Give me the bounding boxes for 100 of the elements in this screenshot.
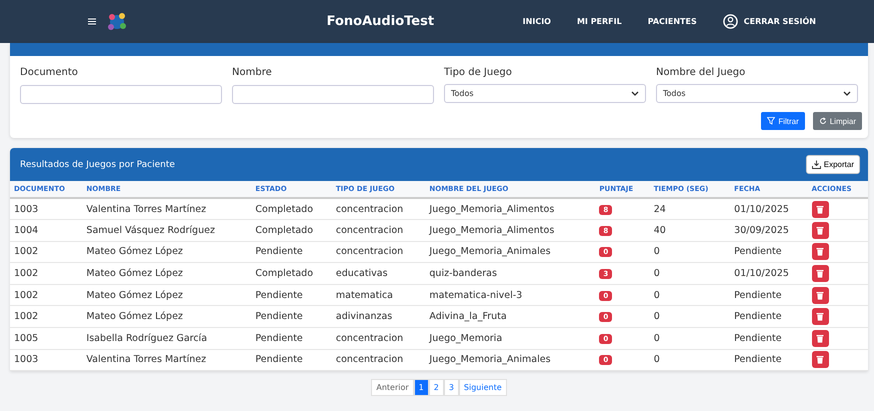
table-cell: 01/10/2025 [730, 262, 808, 284]
table-cell: Pendiente [730, 328, 808, 350]
page-link[interactable]: 2 [428, 379, 444, 396]
table-cell: Juego_Memoria_Alimentos [425, 220, 596, 242]
delete-button[interactable] [812, 330, 829, 347]
table-cell: Valentina Torres Martínez [82, 349, 252, 371]
trash-icon [816, 226, 824, 235]
field-label: Nombre [232, 67, 273, 78]
table-cell: Mateo Gómez López [82, 284, 252, 306]
table-cell: 0 [650, 349, 730, 371]
logo-icon [106, 10, 128, 32]
table-cell: Juego_Memoria_Animales [425, 349, 596, 371]
delete-button[interactable] [812, 222, 829, 239]
table-cell: 1003 [10, 198, 82, 220]
table-cell: concentracion [332, 220, 426, 242]
table-cell: Isabella Rodríguez García [82, 328, 252, 350]
table-cell: concentracion [332, 198, 426, 220]
table-cell: 1002 [10, 284, 82, 306]
nav-link[interactable]: INICIO [522, 17, 551, 26]
table-cell: Pendiente [730, 306, 808, 328]
select-field[interactable]: Todos [656, 84, 858, 103]
chevron-icon [843, 90, 851, 96]
field-label: Tipo de Juego [444, 67, 513, 78]
table-cell: 1004 [10, 220, 82, 242]
input-field[interactable] [232, 85, 434, 104]
field-label: Documento [20, 67, 79, 78]
table-cell: quiz-banderas [425, 262, 596, 284]
table-cell: 30/09/2025 [730, 220, 808, 242]
table-cell: Pendiente [251, 306, 332, 328]
table-cell: Valentina Torres Martínez [82, 198, 252, 220]
user-icon [722, 14, 738, 29]
page-link[interactable]: 1 [414, 379, 429, 396]
input-field[interactable] [20, 85, 222, 104]
table-cell: concentracion [332, 241, 426, 263]
table-cell: Mateo Gómez López [82, 306, 252, 328]
refresh-icon [818, 117, 827, 125]
app-title: FonoAudioTest [326, 14, 434, 29]
table-cell: matematica [332, 284, 426, 306]
card-title: Resultados de Juegos por Paciente [20, 160, 175, 170]
table-cell: adivinanzas [332, 306, 426, 328]
table-cell: Pendiente [251, 349, 332, 371]
download-icon [812, 160, 821, 169]
table-cell: Pendiente [730, 284, 808, 306]
trash-icon [816, 290, 824, 300]
delete-button[interactable] [812, 286, 829, 304]
logout-link[interactable]: CERRAR SESIÓN [722, 14, 816, 29]
table-cell: matematica-nivel-3 [425, 284, 596, 306]
table-cell: 1002 [10, 306, 82, 328]
trash-icon [816, 269, 824, 278]
delete-button[interactable] [812, 265, 829, 282]
table-cell: Juego_Memoria_Animales [425, 241, 596, 263]
previous-link[interactable]: Anterior [371, 379, 414, 396]
delete-button[interactable] [812, 243, 829, 260]
table-cell: Juego_Memoria [425, 328, 596, 350]
table-cell: Pendiente [730, 241, 808, 263]
menu-icon[interactable] [88, 18, 96, 25]
field-label: Nombre del Juego [656, 67, 746, 78]
delete-button[interactable] [812, 351, 829, 368]
table-cell: 40 [650, 220, 730, 242]
trash-icon [816, 204, 824, 214]
delete-button[interactable] [812, 308, 829, 326]
trash-icon [816, 355, 824, 364]
table-cell: Mateo Gómez López [82, 262, 252, 284]
table-cell: 24 [650, 198, 730, 220]
clear-button[interactable]: Limpiar [812, 112, 862, 130]
table-cell: Completado [251, 220, 332, 242]
delete-button[interactable] [812, 200, 829, 218]
export-button[interactable]: Exportar [806, 155, 860, 174]
page-link[interactable]: 3 [444, 379, 459, 396]
table-cell: 1003 [10, 349, 82, 371]
table-cell: 0 [650, 284, 730, 306]
table-cell: 0 [650, 328, 730, 350]
table-cell: Juego_Memoria_Alimentos [425, 198, 596, 220]
nav-link[interactable]: MI PERFIL [576, 17, 622, 26]
table-cell: 1002 [10, 241, 82, 263]
table-cell: Pendiente [251, 241, 332, 263]
table-cell: Mateo Gómez López [82, 241, 252, 263]
table-cell: 01/10/2025 [730, 198, 808, 220]
table-cell: Pendiente [251, 328, 332, 350]
table-cell: concentracion [332, 349, 426, 371]
next-link[interactable]: Siguiente [458, 379, 507, 396]
nav-link[interactable]: PACIENTES [648, 17, 697, 26]
select-field[interactable]: Todos [444, 84, 646, 103]
table-cell: concentracion [332, 328, 426, 350]
table-cell: Samuel Vásquez Rodríguez [82, 220, 252, 242]
table-cell: Completado [251, 198, 332, 220]
table-cell: Pendiente [730, 349, 808, 371]
table-cell: 0 [650, 241, 730, 263]
table-cell: 0 [650, 262, 730, 284]
trash-icon [816, 312, 824, 322]
table-cell: educativas [332, 262, 426, 284]
table-cell: Completado [251, 262, 332, 284]
funnel-icon [767, 117, 776, 125]
table-cell: 1005 [10, 328, 82, 350]
trash-icon [816, 334, 824, 343]
table-cell: Pendiente [251, 284, 332, 306]
table-cell: 1002 [10, 262, 82, 284]
trash-icon [816, 247, 824, 256]
filter-button[interactable]: Filtrar [761, 112, 805, 130]
table-cell: 0 [650, 306, 730, 328]
